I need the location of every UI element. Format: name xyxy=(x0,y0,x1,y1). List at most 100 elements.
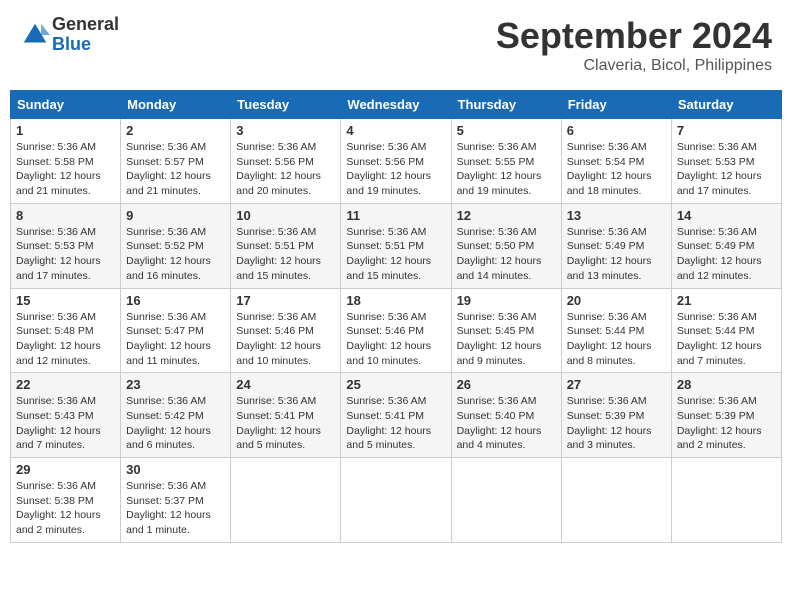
calendar-cell xyxy=(231,458,341,543)
calendar-cell: 22Sunrise: 5:36 AMSunset: 5:43 PMDayligh… xyxy=(11,373,121,458)
day-number: 29 xyxy=(16,462,115,477)
calendar-cell xyxy=(671,458,781,543)
day-number: 15 xyxy=(16,293,115,308)
location-title: Claveria, Bicol, Philippines xyxy=(496,57,772,75)
calendar-cell: 25 Sunrise: 5:36 AMSunset: 5:41 PMDayligh… xyxy=(341,373,451,458)
day-detail: Sunrise: 5:36 AMSunset: 5:41 PMDaylight:… xyxy=(346,394,445,453)
logo-blue: Blue xyxy=(52,35,119,55)
weekday-header-cell: Sunday xyxy=(11,91,121,119)
month-title: September 2024 xyxy=(496,15,772,57)
calendar-week-row: 1Sunrise: 5:36 AMSunset: 5:58 PMDaylight… xyxy=(11,119,782,204)
calendar-cell: 16Sunrise: 5:36 AMSunset: 5:47 PMDayligh… xyxy=(121,288,231,373)
day-number: 19 xyxy=(457,293,556,308)
day-number: 24 xyxy=(236,377,335,392)
day-detail: Sunrise: 5:36 AMSunset: 5:52 PMDaylight:… xyxy=(126,225,225,284)
weekday-header-cell: Friday xyxy=(561,91,671,119)
day-number: 12 xyxy=(457,208,556,223)
day-number: 13 xyxy=(567,208,666,223)
day-number: 23 xyxy=(126,377,225,392)
calendar-week-row: 15 Sunrise: 5:36 AMSunset: 5:48 PMDayligh… xyxy=(11,288,782,373)
day-number: 7 xyxy=(677,123,776,138)
weekday-header-cell: Wednesday xyxy=(341,91,451,119)
day-number: 2 xyxy=(126,123,225,138)
calendar-cell: 14Sunrise: 5:36 AMSunset: 5:49 PMDayligh… xyxy=(671,203,781,288)
day-detail: Sunrise: 5:36 AMSunset: 5:39 PMDaylight:… xyxy=(567,394,666,453)
day-number: 21 xyxy=(677,293,776,308)
day-number: 3 xyxy=(236,123,335,138)
calendar-cell: 18Sunrise: 5:36 AMSunset: 5:46 PMDayligh… xyxy=(341,288,451,373)
calendar-body: 1Sunrise: 5:36 AMSunset: 5:58 PMDaylight… xyxy=(11,119,782,543)
calendar-cell xyxy=(561,458,671,543)
day-detail: Sunrise: 5:36 AMSunset: 5:44 PMDaylight:… xyxy=(567,310,666,369)
logo: General Blue xyxy=(20,15,119,55)
day-number: 8 xyxy=(16,208,115,223)
day-detail: Sunrise: 5:36 AMSunset: 5:56 PMDaylight:… xyxy=(236,140,335,199)
weekday-header-cell: Tuesday xyxy=(231,91,341,119)
day-detail: Sunrise: 5:36 AMSunset: 5:48 PMDaylight:… xyxy=(16,310,115,369)
day-detail: Sunrise: 5:36 AMSunset: 5:41 PMDaylight:… xyxy=(236,394,335,453)
day-detail: Sunrise: 5:36 AMSunset: 5:58 PMDaylight:… xyxy=(16,140,115,199)
calendar-cell: 5 Sunrise: 5:36 AMSunset: 5:55 PMDaylight… xyxy=(451,119,561,204)
day-number: 25 xyxy=(346,377,445,392)
calendar-cell: 29 Sunrise: 5:36 AMSunset: 5:38 PMDayligh… xyxy=(11,458,121,543)
calendar-cell: 12 Sunrise: 5:36 AMSunset: 5:50 PMDayligh… xyxy=(451,203,561,288)
day-number: 16 xyxy=(126,293,225,308)
calendar-cell: 28 Sunrise: 5:36 AMSunset: 5:39 PMDayligh… xyxy=(671,373,781,458)
day-number: 18 xyxy=(346,293,445,308)
calendar-cell xyxy=(451,458,561,543)
calendar-cell xyxy=(341,458,451,543)
calendar-cell: 11 Sunrise: 5:36 AMSunset: 5:51 PMDayligh… xyxy=(341,203,451,288)
calendar-table: SundayMondayTuesdayWednesdayThursdayFrid… xyxy=(10,90,782,543)
calendar-cell: 27Sunrise: 5:36 AMSunset: 5:39 PMDayligh… xyxy=(561,373,671,458)
day-detail: Sunrise: 5:36 AMSunset: 5:50 PMDaylight:… xyxy=(457,225,556,284)
weekday-header-cell: Monday xyxy=(121,91,231,119)
day-number: 28 xyxy=(677,377,776,392)
calendar-cell: 2Sunrise: 5:36 AMSunset: 5:57 PMDaylight… xyxy=(121,119,231,204)
day-number: 20 xyxy=(567,293,666,308)
day-detail: Sunrise: 5:36 AMSunset: 5:55 PMDaylight:… xyxy=(457,140,556,199)
calendar-cell: 21Sunrise: 5:36 AMSunset: 5:44 PMDayligh… xyxy=(671,288,781,373)
calendar-cell: 17Sunrise: 5:36 AMSunset: 5:46 PMDayligh… xyxy=(231,288,341,373)
day-number: 22 xyxy=(16,377,115,392)
title-block: September 2024 Claveria, Bicol, Philippi… xyxy=(496,15,772,75)
day-detail: Sunrise: 5:36 AMSunset: 5:54 PMDaylight:… xyxy=(567,140,666,199)
day-number: 26 xyxy=(457,377,556,392)
day-detail: Sunrise: 5:36 AMSunset: 5:38 PMDaylight:… xyxy=(16,479,115,538)
day-detail: Sunrise: 5:36 AMSunset: 5:37 PMDaylight:… xyxy=(126,479,225,538)
weekday-header-cell: Thursday xyxy=(451,91,561,119)
calendar-cell: 1Sunrise: 5:36 AMSunset: 5:58 PMDaylight… xyxy=(11,119,121,204)
day-detail: Sunrise: 5:36 AMSunset: 5:42 PMDaylight:… xyxy=(126,394,225,453)
calendar-cell: 7 Sunrise: 5:36 AMSunset: 5:53 PMDaylight… xyxy=(671,119,781,204)
calendar-cell: 15 Sunrise: 5:36 AMSunset: 5:48 PMDayligh… xyxy=(11,288,121,373)
day-detail: Sunrise: 5:36 AMSunset: 5:39 PMDaylight:… xyxy=(677,394,776,453)
day-detail: Sunrise: 5:36 AMSunset: 5:40 PMDaylight:… xyxy=(457,394,556,453)
day-number: 11 xyxy=(346,208,445,223)
logo-text: General Blue xyxy=(52,15,119,55)
day-number: 6 xyxy=(567,123,666,138)
day-number: 4 xyxy=(346,123,445,138)
calendar-cell: 9Sunrise: 5:36 AMSunset: 5:52 PMDaylight… xyxy=(121,203,231,288)
day-number: 17 xyxy=(236,293,335,308)
day-detail: Sunrise: 5:36 AMSunset: 5:56 PMDaylight:… xyxy=(346,140,445,199)
logo-general: General xyxy=(52,15,119,35)
calendar-cell: 6 Sunrise: 5:36 AMSunset: 5:54 PMDaylight… xyxy=(561,119,671,204)
calendar-cell: 23 Sunrise: 5:36 AMSunset: 5:42 PMDayligh… xyxy=(121,373,231,458)
calendar-cell: 19Sunrise: 5:36 AMSunset: 5:45 PMDayligh… xyxy=(451,288,561,373)
calendar-cell: 8Sunrise: 5:36 AMSunset: 5:53 PMDaylight… xyxy=(11,203,121,288)
day-detail: Sunrise: 5:36 AMSunset: 5:49 PMDaylight:… xyxy=(567,225,666,284)
day-detail: Sunrise: 5:36 AMSunset: 5:51 PMDaylight:… xyxy=(236,225,335,284)
calendar-week-row: 29 Sunrise: 5:36 AMSunset: 5:38 PMDayligh… xyxy=(11,458,782,543)
calendar-cell: 3 Sunrise: 5:36 AMSunset: 5:56 PMDaylight… xyxy=(231,119,341,204)
calendar-cell: 26 Sunrise: 5:36 AMSunset: 5:40 PMDayligh… xyxy=(451,373,561,458)
calendar-week-row: 22Sunrise: 5:36 AMSunset: 5:43 PMDayligh… xyxy=(11,373,782,458)
weekday-header-cell: Saturday xyxy=(671,91,781,119)
day-detail: Sunrise: 5:36 AMSunset: 5:53 PMDaylight:… xyxy=(677,140,776,199)
weekday-header-row: SundayMondayTuesdayWednesdayThursdayFrid… xyxy=(11,91,782,119)
calendar-cell: 24 Sunrise: 5:36 AMSunset: 5:41 PMDayligh… xyxy=(231,373,341,458)
page-header: General Blue September 2024 Claveria, Bi… xyxy=(10,10,782,80)
day-detail: Sunrise: 5:36 AMSunset: 5:51 PMDaylight:… xyxy=(346,225,445,284)
calendar-cell: 10Sunrise: 5:36 AMSunset: 5:51 PMDayligh… xyxy=(231,203,341,288)
calendar-cell: 4 Sunrise: 5:36 AMSunset: 5:56 PMDaylight… xyxy=(341,119,451,204)
day-number: 5 xyxy=(457,123,556,138)
logo-icon xyxy=(20,20,50,50)
